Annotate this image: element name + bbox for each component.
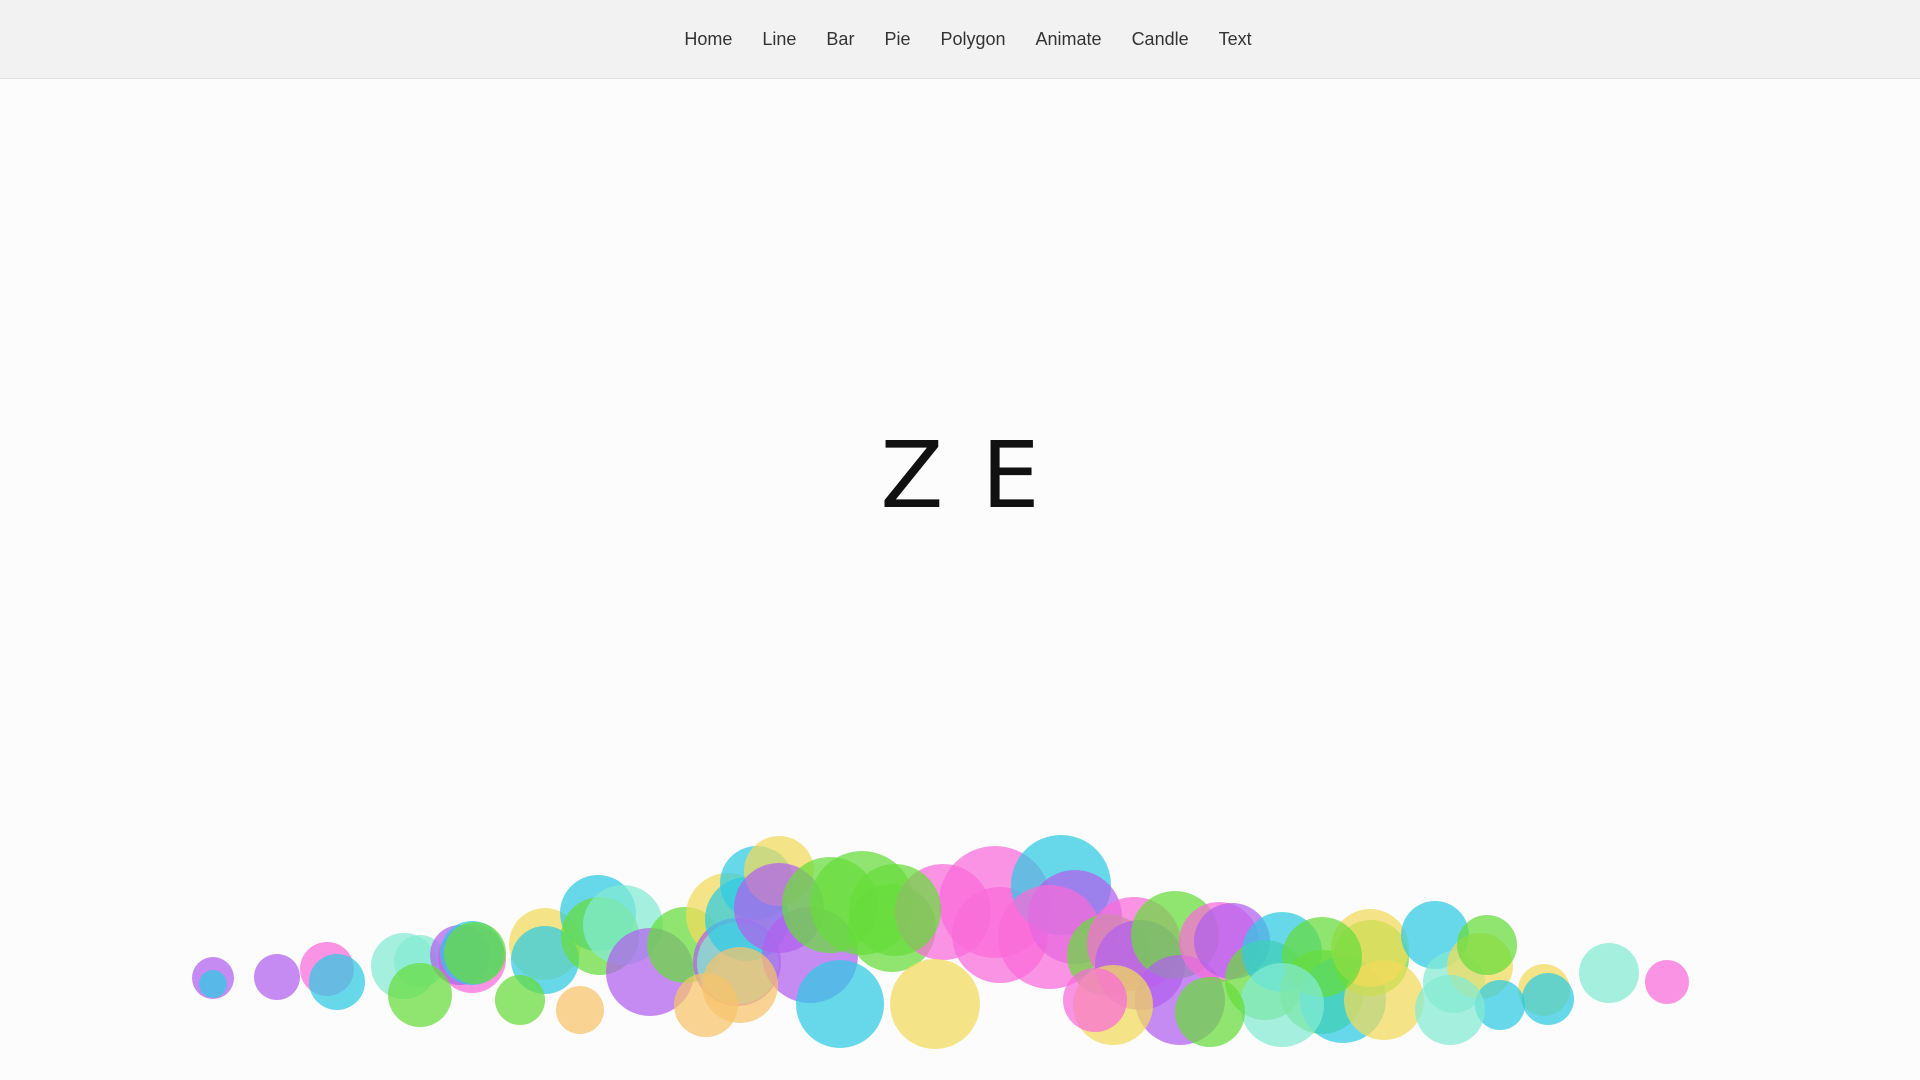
nav-item-animate[interactable]: Animate xyxy=(1021,29,1117,50)
nav-item-pie[interactable]: Pie xyxy=(869,29,925,50)
bubble-circle xyxy=(1240,963,1324,1047)
nav-item-text[interactable]: Text xyxy=(1204,29,1267,50)
bubble-circle xyxy=(796,960,884,1048)
canvas-area[interactable]: ZE xyxy=(0,80,1920,1080)
bubble-circle xyxy=(1063,968,1127,1032)
bubble-field xyxy=(192,835,1689,1049)
bubble-circle xyxy=(1645,960,1689,1004)
nav-item-bar[interactable]: Bar xyxy=(811,29,869,50)
bubble-circle xyxy=(1175,977,1245,1047)
bubble-circle xyxy=(890,959,980,1049)
bubble-circle xyxy=(674,973,738,1037)
nav-item-line[interactable]: Line xyxy=(747,29,811,50)
bubble-circle xyxy=(254,954,300,1000)
bubble-circle xyxy=(1579,943,1639,1003)
bubble-circle xyxy=(556,986,604,1034)
top-navbar: Home Line Bar Pie Polygon Animate Candle… xyxy=(0,0,1920,79)
bubble-circle xyxy=(309,954,365,1010)
bubble-circle xyxy=(444,922,506,984)
hero-text: ZE xyxy=(880,422,1078,529)
bubble-circle xyxy=(1415,975,1485,1045)
nav-menu: Home Line Bar Pie Polygon Animate Candle… xyxy=(669,29,1266,50)
bubble-circle xyxy=(1522,973,1574,1025)
bubble-circle xyxy=(199,970,227,998)
bubble-circle xyxy=(495,975,545,1025)
bubble-circle xyxy=(388,963,452,1027)
nav-item-candle[interactable]: Candle xyxy=(1117,29,1204,50)
nav-item-home[interactable]: Home xyxy=(669,29,747,50)
bubble-circle xyxy=(849,864,941,956)
bubble-circle xyxy=(1457,915,1517,975)
nav-item-polygon[interactable]: Polygon xyxy=(925,29,1020,50)
